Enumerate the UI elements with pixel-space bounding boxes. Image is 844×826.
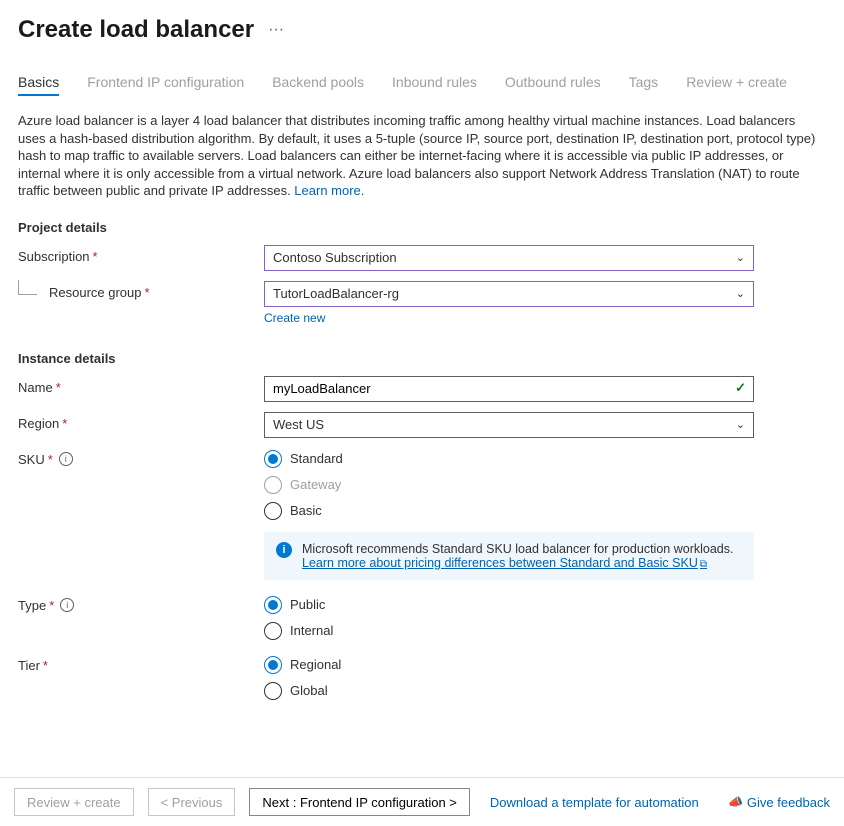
subscription-value: Contoso Subscription [273, 250, 397, 265]
required-asterisk: * [62, 416, 67, 431]
chevron-down-icon: ⌄ [736, 251, 745, 264]
radio-standard[interactable]: Standard [264, 450, 754, 468]
radio-circle-icon [264, 596, 282, 614]
radio-circle-icon [264, 656, 282, 674]
give-feedback-link[interactable]: Give feedback [747, 795, 830, 810]
radio-label: Regional [290, 657, 341, 672]
footer-bar: Review + create < Previous Next : Fronte… [0, 777, 844, 826]
radio-internal[interactable]: Internal [264, 622, 754, 640]
required-asterisk: * [43, 658, 48, 673]
radio-label: Standard [290, 451, 343, 466]
info-icon: i [276, 542, 292, 558]
tab-inbound-rules[interactable]: Inbound rules [392, 74, 477, 96]
project-details-header: Project details [18, 220, 826, 235]
radio-label: Basic [290, 503, 322, 518]
required-asterisk: * [93, 249, 98, 264]
chevron-down-icon: ⌄ [736, 418, 745, 431]
chevron-down-icon: ⌄ [736, 287, 745, 300]
resource-group-value: TutorLoadBalancer-rg [273, 286, 399, 301]
instance-details-header: Instance details [18, 351, 826, 366]
download-template-link[interactable]: Download a template for automation [490, 795, 699, 810]
region-dropdown[interactable]: West US ⌄ [264, 412, 754, 438]
radio-label: Global [290, 683, 328, 698]
radio-basic[interactable]: Basic [264, 502, 754, 520]
region-label: Region [18, 416, 59, 431]
required-asterisk: * [56, 380, 61, 395]
radio-global[interactable]: Global [264, 682, 754, 700]
previous-button[interactable]: < Previous [148, 788, 236, 816]
radio-circle-icon [264, 682, 282, 700]
radio-circle-icon [264, 502, 282, 520]
type-radio-group: Public Internal [264, 594, 754, 640]
intro-text: Azure load balancer is a layer 4 load ba… [18, 113, 815, 198]
sku-radio-group: Standard Gateway Basic [264, 448, 754, 520]
radio-gateway: Gateway [264, 476, 754, 494]
required-asterisk: * [48, 452, 53, 467]
tier-label: Tier [18, 658, 40, 673]
tab-frontend-ip-configuration[interactable]: Frontend IP configuration [87, 74, 244, 96]
tab-basics[interactable]: Basics [18, 74, 59, 96]
page-title: Create load balancer [18, 16, 254, 44]
tab-backend-pools[interactable]: Backend pools [272, 74, 364, 96]
radio-label: Public [290, 597, 325, 612]
tab-tags[interactable]: Tags [629, 74, 659, 96]
region-value: West US [273, 417, 324, 432]
review-create-button[interactable]: Review + create [14, 788, 134, 816]
info-icon[interactable]: i [60, 598, 74, 612]
radio-public[interactable]: Public [264, 596, 754, 614]
radio-circle-icon [264, 622, 282, 640]
more-actions-icon[interactable]: ··· [268, 21, 284, 39]
resource-group-label: Resource group [49, 285, 142, 300]
sku-pricing-link[interactable]: Learn more about pricing differences bet… [302, 556, 707, 570]
radio-label: Internal [290, 623, 333, 638]
info-icon[interactable]: i [59, 452, 73, 466]
learn-more-link[interactable]: Learn more. [294, 183, 364, 198]
type-label: Type [18, 598, 46, 613]
subscription-label: Subscription [18, 249, 90, 264]
subscription-dropdown[interactable]: Contoso Subscription ⌄ [264, 245, 754, 271]
required-asterisk: * [145, 285, 150, 300]
megaphone-icon: 📣 [728, 795, 743, 809]
sku-label: SKU [18, 452, 45, 467]
next-button[interactable]: Next : Frontend IP configuration > [249, 788, 470, 816]
radio-label: Gateway [290, 477, 341, 492]
radio-circle-icon [264, 476, 282, 494]
intro-paragraph: Azure load balancer is a layer 4 load ba… [18, 112, 826, 200]
sku-recommend-text: Microsoft recommends Standard SKU load b… [302, 542, 733, 556]
radio-circle-icon [264, 450, 282, 468]
required-asterisk: * [49, 598, 54, 613]
radio-regional[interactable]: Regional [264, 656, 754, 674]
tab-bar: Basics Frontend IP configuration Backend p… [18, 74, 826, 96]
sku-recommendation-box: i Microsoft recommends Standard SKU load… [264, 532, 754, 580]
external-link-icon: ⧉ [700, 559, 707, 570]
name-label: Name [18, 380, 53, 395]
resource-group-dropdown[interactable]: TutorLoadBalancer-rg ⌄ [264, 281, 754, 307]
tier-radio-group: Regional Global [264, 654, 754, 700]
create-new-link[interactable]: Create new [264, 311, 325, 325]
tab-outbound-rules[interactable]: Outbound rules [505, 74, 601, 96]
tab-review-create[interactable]: Review + create [686, 74, 787, 96]
name-input[interactable] [264, 376, 754, 402]
